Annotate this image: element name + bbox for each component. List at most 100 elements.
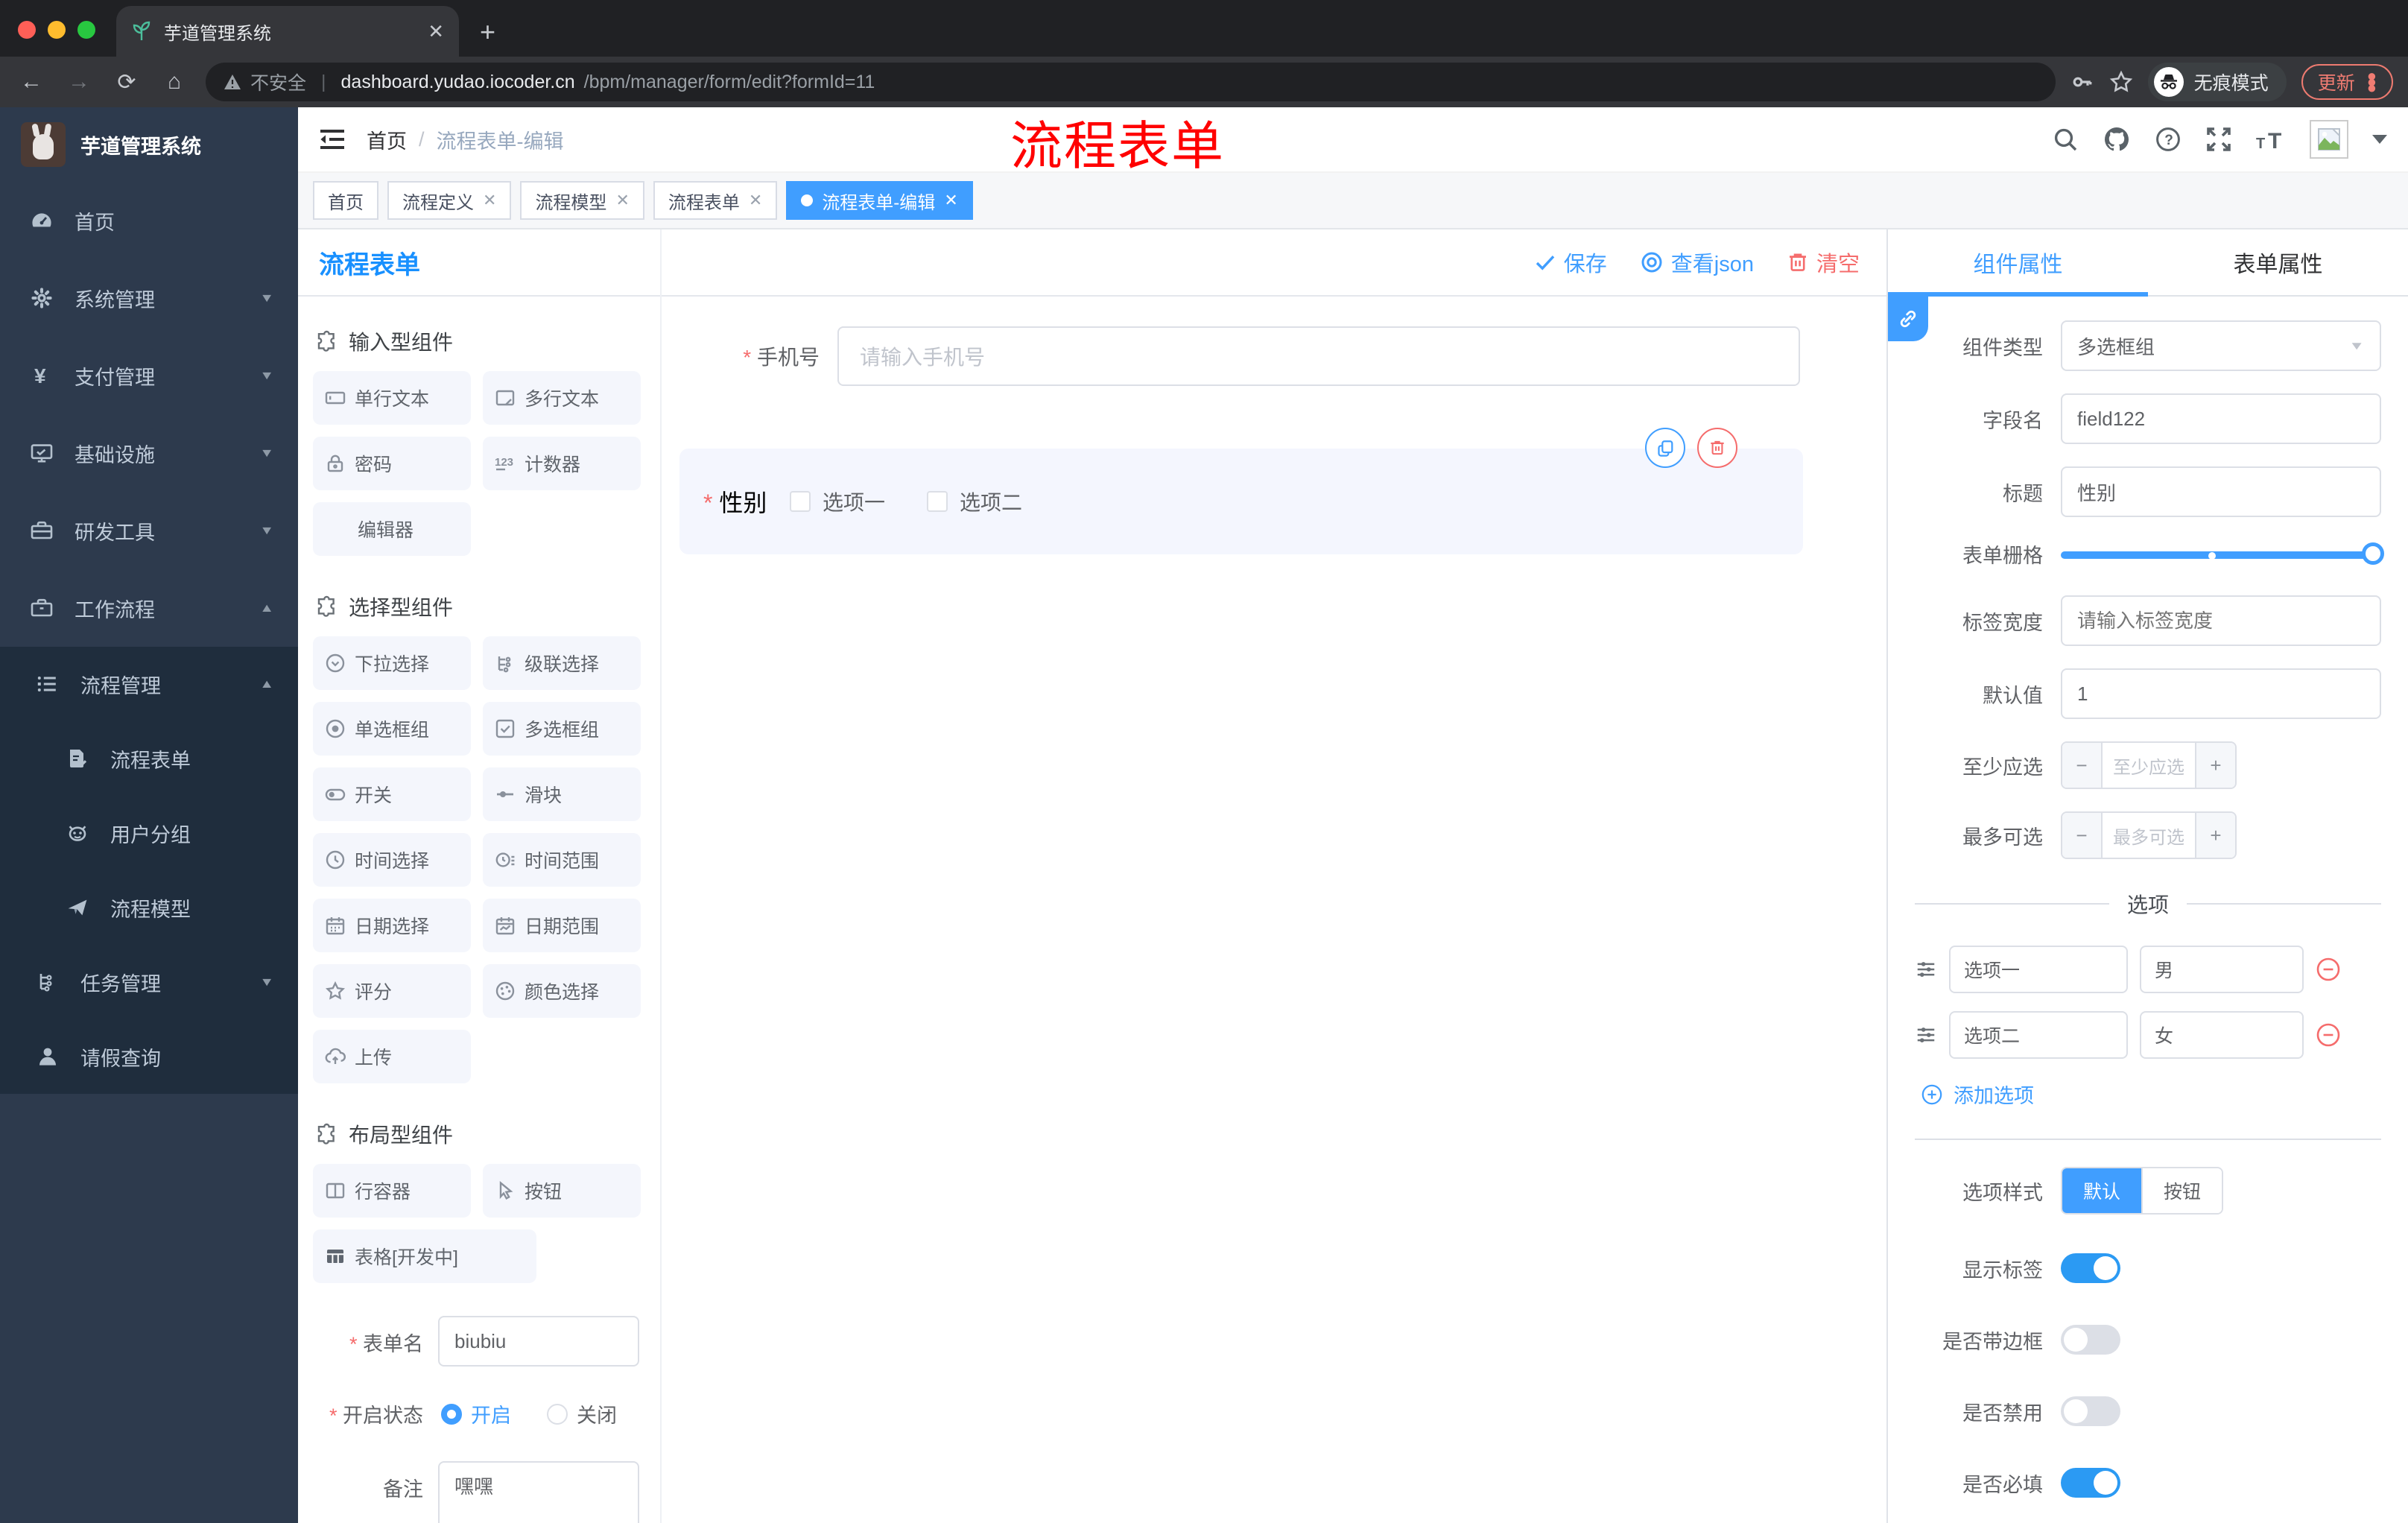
avatar-caret-icon[interactable] <box>2372 135 2387 144</box>
breadcrumb-home[interactable]: 首页 <box>367 125 407 154</box>
component-type-select[interactable]: 多选框组 ▼ <box>2061 320 2381 371</box>
tag-close-icon[interactable]: ✕ <box>483 191 496 210</box>
help-icon[interactable]: ? <box>2155 126 2182 153</box>
save-button[interactable]: 保存 <box>1534 247 1607 278</box>
window-controls[interactable] <box>0 21 116 57</box>
component-chip-time-range[interactable]: 时间范围 <box>483 833 641 887</box>
sidebar-item-process-manage[interactable]: 流程管理 ▲ <box>0 647 298 721</box>
home-icon[interactable]: ⌂ <box>158 69 191 95</box>
sidebar-item-workflow[interactable]: 工作流程 ▲ <box>0 569 298 647</box>
slider-handle[interactable] <box>2362 542 2384 565</box>
copy-widget-button[interactable] <box>1645 428 1685 468</box>
label-width-input[interactable] <box>2061 595 2381 646</box>
delete-widget-button[interactable] <box>1697 428 1737 468</box>
browser-tab[interactable]: 芋道管理系统 ✕ <box>116 6 459 57</box>
password-key-icon[interactable] <box>2070 70 2094 94</box>
form-name-input[interactable] <box>438 1316 639 1367</box>
component-chip-select[interactable]: 下拉选择 <box>313 636 471 690</box>
component-chip-cascader[interactable]: 级联选择 <box>483 636 641 690</box>
tab-close-icon[interactable]: ✕ <box>428 20 444 43</box>
component-chip-multi-text[interactable]: 多行文本 <box>483 371 641 425</box>
status-off-radio[interactable] <box>547 1403 568 1425</box>
stepper-value[interactable]: 最多可选 <box>2103 813 2195 858</box>
component-chip-rate[interactable]: 评分 <box>313 964 471 1018</box>
checkbox-icon[interactable] <box>790 491 811 512</box>
checkbox-icon[interactable] <box>927 491 948 512</box>
option-label-input[interactable]: 选项一 <box>1949 946 2128 993</box>
component-chip-date-range[interactable]: 日期范围 <box>483 899 641 952</box>
grid-slider[interactable] <box>2061 542 2384 566</box>
component-chip-password[interactable]: 密码 <box>313 437 471 490</box>
tag-process-definition[interactable]: 流程定义 ✕ <box>387 181 512 220</box>
forward-icon[interactable]: → <box>63 69 95 95</box>
phone-input[interactable]: 请输入手机号 <box>837 326 1800 386</box>
stepper-plus-button[interactable]: + <box>2195 813 2235 858</box>
sidebar-item-process-form[interactable]: 流程表单 <box>0 721 298 796</box>
address-bar[interactable]: 不安全 | dashboard.yudao.iocoder.cn/bpm/man… <box>206 63 2056 101</box>
max-select-stepper[interactable]: − 最多可选 + <box>2061 811 2237 859</box>
tag-process-form[interactable]: 流程表单 ✕ <box>653 181 778 220</box>
sidebar-item-leave-query[interactable]: 请假查询 <box>0 1019 298 1094</box>
maximize-window-button[interactable] <box>77 21 95 39</box>
gender-option2[interactable]: 选项二 <box>927 487 1022 516</box>
tag-close-icon[interactable]: ✕ <box>944 191 957 210</box>
sidebar-item-system[interactable]: 系统管理 ▼ <box>0 259 298 337</box>
status-on-label[interactable]: 开启 <box>471 1399 511 1428</box>
stepper-plus-button[interactable]: + <box>2195 743 2235 788</box>
component-chip-date-picker[interactable]: 日期选择 <box>313 899 471 952</box>
minimize-window-button[interactable] <box>48 21 66 39</box>
bookmark-star-icon[interactable] <box>2109 70 2133 94</box>
sidebar-item-payment[interactable]: ¥ 支付管理 ▼ <box>0 337 298 414</box>
slider-track[interactable] <box>2061 551 2381 559</box>
option-label-input[interactable]: 选项二 <box>1949 1011 2128 1059</box>
title-input[interactable] <box>2061 466 2381 517</box>
search-icon[interactable] <box>2052 126 2079 153</box>
tag-process-form-edit[interactable]: 流程表单-编辑 ✕ <box>786 181 973 220</box>
tab-form-props[interactable]: 表单属性 <box>2148 229 2408 295</box>
sidebar-item-infra[interactable]: 基础设施 ▼ <box>0 414 298 492</box>
with-border-switch[interactable] <box>2061 1325 2120 1355</box>
drag-handle-icon[interactable] <box>1915 958 1937 981</box>
default-value-input[interactable] <box>2061 668 2381 719</box>
component-chip-switch[interactable]: 开关 <box>313 767 471 821</box>
avatar[interactable] <box>2310 120 2348 159</box>
status-off-label[interactable]: 关闭 <box>577 1399 617 1428</box>
drag-handle-icon[interactable] <box>1915 1024 1937 1046</box>
component-chip-row-container[interactable]: 行容器 <box>313 1164 471 1218</box>
sidebar-item-devtools[interactable]: 研发工具 ▼ <box>0 492 298 569</box>
component-chip-single-text[interactable]: 单行文本 <box>313 371 471 425</box>
sidebar-item-task-manage[interactable]: 任务管理 ▼ <box>0 945 298 1019</box>
remove-option-icon[interactable] <box>2316 1022 2341 1048</box>
browser-menu-icon[interactable]: ● ● ● <box>2367 68 2377 96</box>
tab-component-props[interactable]: 组件属性 <box>1888 229 2148 295</box>
component-chip-button[interactable]: 按钮 <box>483 1164 641 1218</box>
stepper-value[interactable]: 至少应选 <box>2103 743 2195 788</box>
add-option-button[interactable]: 添加选项 <box>1921 1080 2381 1109</box>
component-chip-radio-group[interactable]: 单选框组 <box>313 702 471 756</box>
component-chip-checkbox-group[interactable]: 多选框组 <box>483 702 641 756</box>
view-json-button[interactable]: 查看json <box>1640 247 1754 278</box>
remove-option-icon[interactable] <box>2316 957 2341 982</box>
gender-option1[interactable]: 选项一 <box>790 487 885 516</box>
component-chip-color-picker[interactable]: 颜色选择 <box>483 964 641 1018</box>
tag-process-model[interactable]: 流程模型 ✕ <box>520 181 644 220</box>
component-chip-counter[interactable]: 123 计数器 <box>483 437 641 490</box>
close-window-button[interactable] <box>18 21 36 39</box>
canvas-field-phone[interactable]: 手机号 请输入手机号 <box>706 326 1800 386</box>
collapse-menu-icon[interactable] <box>319 127 346 151</box>
font-size-icon[interactable]: TT <box>2256 127 2286 151</box>
tag-close-icon[interactable]: ✕ <box>749 191 762 210</box>
form-remark-textarea[interactable]: 嘿嘿 <box>438 1461 639 1523</box>
tag-close-icon[interactable]: ✕ <box>615 191 629 210</box>
sidebar-item-process-model[interactable]: 流程模型 <box>0 870 298 945</box>
required-switch[interactable] <box>2061 1468 2120 1498</box>
component-chip-table[interactable]: 表格[开发中] <box>313 1229 536 1283</box>
style-default-button[interactable]: 默认 <box>2062 1168 2142 1213</box>
clear-button[interactable]: 清空 <box>1787 247 1860 278</box>
component-chip-editor[interactable]: 编辑器 <box>313 502 471 556</box>
reload-icon[interactable]: ⟳ <box>110 69 143 95</box>
status-on-radio[interactable] <box>441 1403 462 1425</box>
app-logo[interactable]: 芋道管理系统 <box>0 107 298 182</box>
component-chip-upload[interactable]: 上传 <box>313 1030 471 1083</box>
show-label-switch[interactable] <box>2061 1253 2120 1283</box>
